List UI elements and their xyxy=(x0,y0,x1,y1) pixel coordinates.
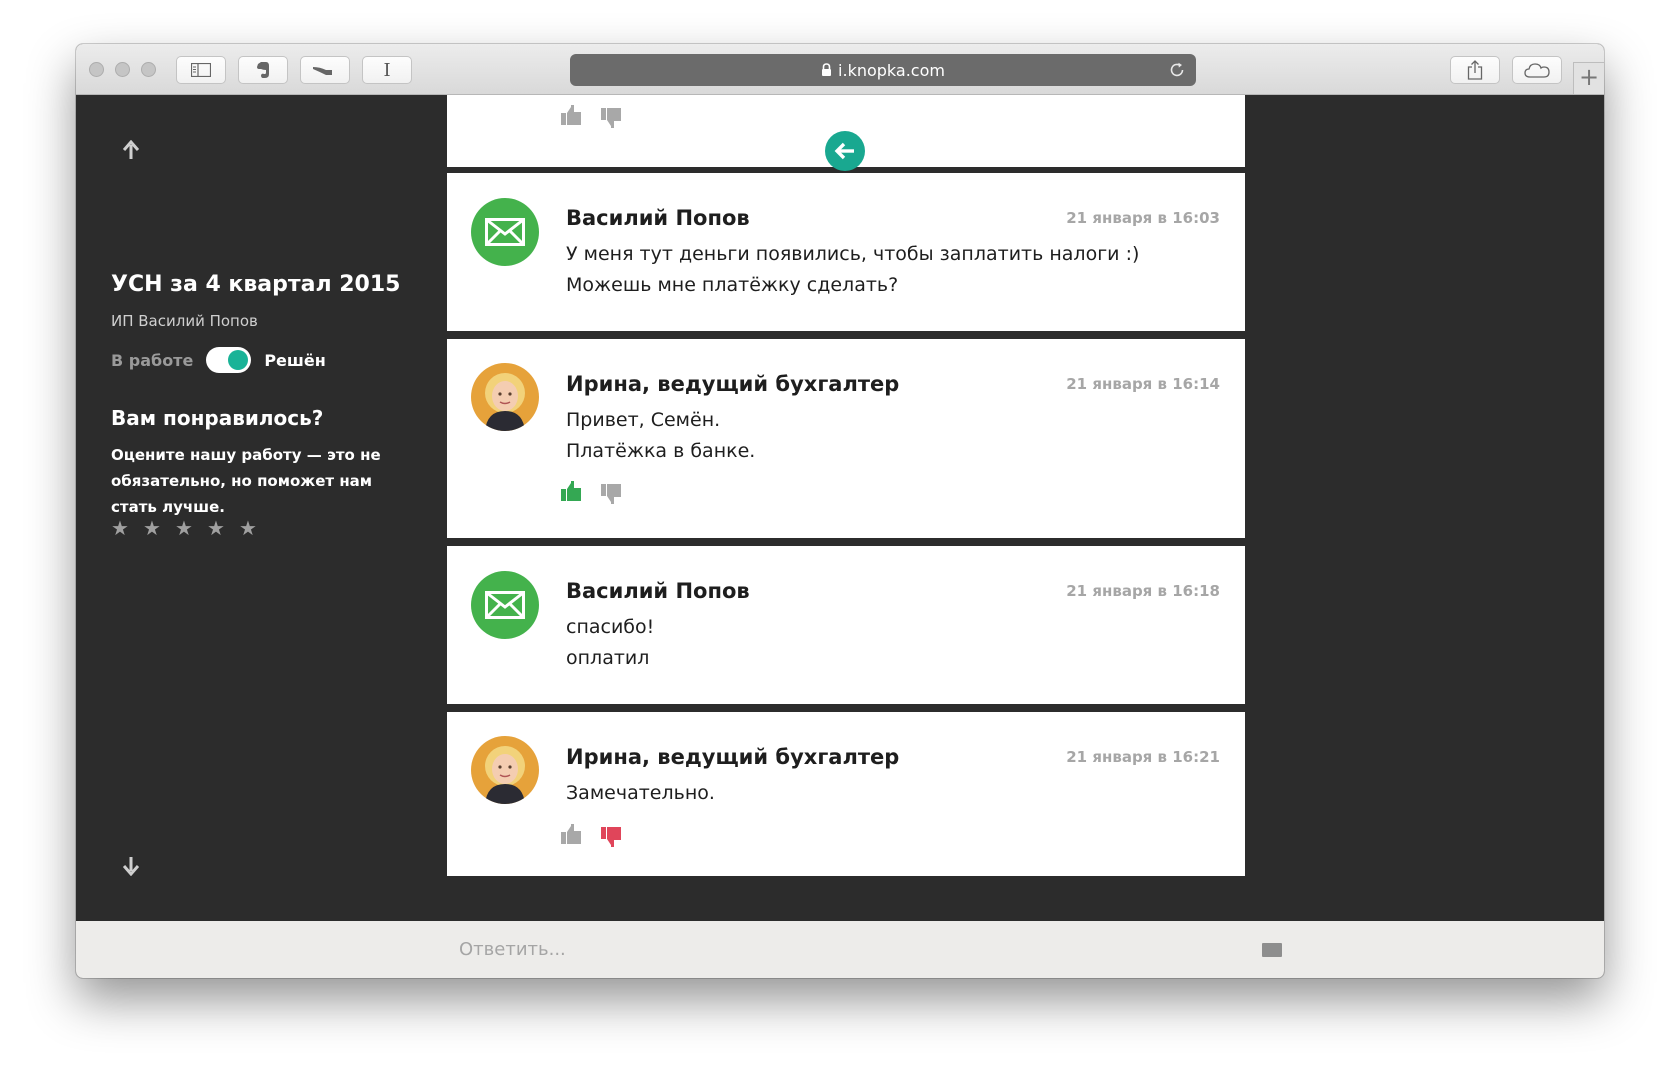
message-card: Василий Попов 21 января в 16:03 У меня т… xyxy=(447,173,1245,331)
sender-name: Ирина, ведущий бухгалтер xyxy=(566,372,900,396)
message-card: Ирина, ведущий бухгалтер 21 января в 16:… xyxy=(447,339,1245,538)
accountant-avatar xyxy=(471,736,539,804)
sender-name: Василий Попов xyxy=(566,579,750,603)
accountant-avatar xyxy=(471,363,539,431)
zoom-window-button[interactable] xyxy=(141,62,156,77)
thumbs-up-icon[interactable] xyxy=(560,480,582,502)
arrow-left-icon xyxy=(834,142,854,160)
status-resolved-label: Решён xyxy=(264,350,326,370)
status-toggle[interactable] xyxy=(206,347,252,373)
thumbs-down-icon[interactable] xyxy=(600,483,622,505)
message-time: 21 января в 16:18 xyxy=(1066,582,1220,600)
star-icon[interactable]: ★ xyxy=(239,516,271,540)
address-url: i.knopka.com xyxy=(838,60,945,80)
cloud-button[interactable] xyxy=(1512,56,1562,84)
new-tab-button[interactable]: + xyxy=(1573,62,1604,94)
vote-buttons xyxy=(560,480,622,505)
message-card: Ирина, ведущий бухгалтер 21 января в 16:… xyxy=(447,712,1245,876)
text-cursor-icon: I xyxy=(383,59,391,81)
status-switch-row: В работе Решён xyxy=(111,347,326,373)
status-in-progress-label: В работе xyxy=(111,350,194,370)
message-time: 21 января в 16:14 xyxy=(1066,375,1220,393)
case-title: УСН за 4 квартал 2015 xyxy=(111,272,401,297)
address-bar[interactable]: i.knopka.com xyxy=(570,54,1196,86)
pipe-icon xyxy=(313,67,332,75)
message-line: Привет, Семён. xyxy=(566,409,721,431)
close-window-button[interactable] xyxy=(89,62,104,77)
toggle-knob xyxy=(228,350,249,370)
thumbs-down-icon[interactable] xyxy=(600,826,622,848)
message-line: Можешь мне платёжку сделать? xyxy=(566,274,899,296)
sender-name: Ирина, ведущий бухгалтер xyxy=(566,745,900,769)
message-card: Василий Попов 21 января в 16:18 спасибо!… xyxy=(447,546,1245,704)
message-line: У меня тут деньги появились, чтобы запла… xyxy=(566,243,1140,265)
avatar-photo xyxy=(471,736,539,804)
cloud-icon xyxy=(1524,63,1550,78)
mail-icon xyxy=(485,591,525,619)
thumbs-up-icon[interactable] xyxy=(560,823,582,845)
evernote-extension-button[interactable] xyxy=(238,56,288,84)
sidebar-icon xyxy=(191,63,211,77)
share-icon xyxy=(1467,60,1483,80)
email-avatar xyxy=(471,571,539,639)
message-line: спасибо! xyxy=(566,616,655,638)
browser-toolbar: I i.knopka.com + xyxy=(76,44,1604,95)
reload-icon[interactable] xyxy=(1168,61,1186,79)
send-icon[interactable] xyxy=(1262,943,1282,957)
rating-stars: ★ ★ ★ ★ ★ xyxy=(111,516,271,540)
share-button[interactable] xyxy=(1450,56,1500,84)
star-icon[interactable]: ★ xyxy=(143,516,175,540)
star-icon[interactable]: ★ xyxy=(111,516,143,540)
pipe-extension-button[interactable] xyxy=(300,56,350,84)
sender-name: Василий Попов xyxy=(566,206,750,230)
reply-input[interactable]: Ответить... xyxy=(459,939,566,960)
mail-icon xyxy=(485,218,525,246)
lock-icon xyxy=(821,63,832,77)
star-icon[interactable]: ★ xyxy=(175,516,207,540)
back-button[interactable] xyxy=(825,131,865,171)
scroll-down-icon[interactable] xyxy=(122,856,140,880)
case-client: ИП Василий Попов xyxy=(111,312,258,330)
vote-buttons xyxy=(560,823,622,848)
message-feed[interactable]: Василий Попов 21 января в 16:03 У меня т… xyxy=(447,95,1245,876)
reply-bar: Ответить... xyxy=(76,921,1604,978)
email-avatar xyxy=(471,198,539,266)
message-time: 21 января в 16:21 xyxy=(1066,748,1220,766)
message-line: Платёжка в банке. xyxy=(566,440,756,462)
sidebar-toggle-button[interactable] xyxy=(176,56,226,84)
message-time: 21 января в 16:03 xyxy=(1066,209,1220,227)
scroll-up-icon[interactable] xyxy=(122,139,140,164)
rating-description: Оцените нашу работу — это не обязательно… xyxy=(111,446,381,516)
browser-window: I i.knopka.com + УСН за 4 квартал 2015 И… xyxy=(76,44,1604,978)
minimize-window-button[interactable] xyxy=(115,62,130,77)
avatar-photo xyxy=(471,363,539,431)
evernote-icon xyxy=(257,62,269,78)
thumbs-up-icon[interactable] xyxy=(560,104,582,126)
rating-title: Вам понравилось? xyxy=(111,406,324,430)
message-line: оплатил xyxy=(566,647,650,669)
star-icon[interactable]: ★ xyxy=(207,516,239,540)
thumbs-down-icon[interactable] xyxy=(600,107,622,129)
message-line: Замечательно. xyxy=(566,782,715,804)
text-cursor-extension-button[interactable]: I xyxy=(362,56,412,84)
vote-buttons xyxy=(560,104,622,129)
